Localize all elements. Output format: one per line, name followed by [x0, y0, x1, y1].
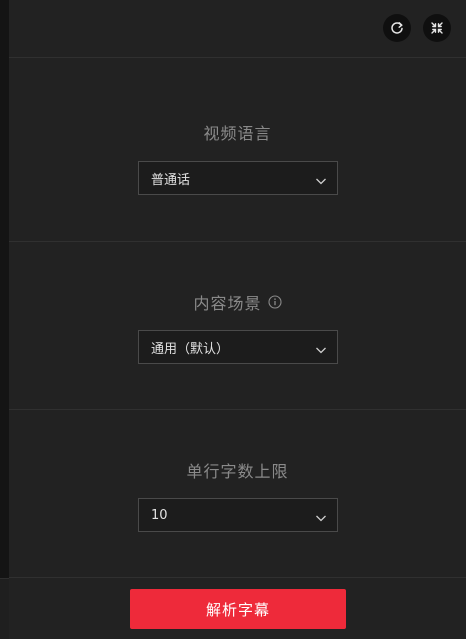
- subtitle-settings-panel: 视频语言 普通话 内容场景 通用（默认） 单行字数上限 10 解析字幕: [9, 0, 466, 639]
- video-language-select[interactable]: 普通话: [138, 161, 338, 195]
- line-char-limit-label: 单行字数上限: [9, 458, 466, 482]
- collapse-icon: [430, 21, 444, 35]
- parse-subtitles-button[interactable]: 解析字幕: [130, 589, 346, 629]
- chevron-down-icon: [315, 172, 327, 191]
- refresh-icon: [390, 21, 404, 35]
- left-divider-strip: [0, 0, 9, 639]
- refresh-button[interactable]: [383, 14, 411, 42]
- section-line-char-limit: 单行字数上限 10: [9, 410, 466, 578]
- line-char-limit-label-text: 单行字数上限: [186, 462, 289, 481]
- collapse-button[interactable]: [423, 14, 451, 42]
- line-char-limit-select[interactable]: 10: [138, 498, 338, 532]
- chevron-down-icon: [315, 509, 327, 528]
- info-icon[interactable]: [267, 295, 282, 309]
- content-scene-label-text: 内容场景: [193, 294, 262, 313]
- line-char-limit-value: 10: [151, 507, 168, 523]
- content-scene-select[interactable]: 通用（默认）: [138, 330, 338, 364]
- panel-footer: 解析字幕: [9, 578, 466, 639]
- video-language-label-text: 视频语言: [203, 124, 272, 143]
- panel-header: [9, 0, 466, 58]
- content-scene-label: 内容场景: [9, 290, 466, 314]
- chevron-down-icon: [315, 341, 327, 360]
- content-scene-value: 通用（默认）: [151, 341, 230, 357]
- video-language-label: 视频语言: [9, 120, 466, 144]
- video-language-value: 普通话: [151, 172, 191, 188]
- section-content-scene: 内容场景 通用（默认）: [9, 242, 466, 410]
- section-video-language: 视频语言 普通话: [9, 58, 466, 242]
- left-strip-tab-edge: [0, 578, 9, 639]
